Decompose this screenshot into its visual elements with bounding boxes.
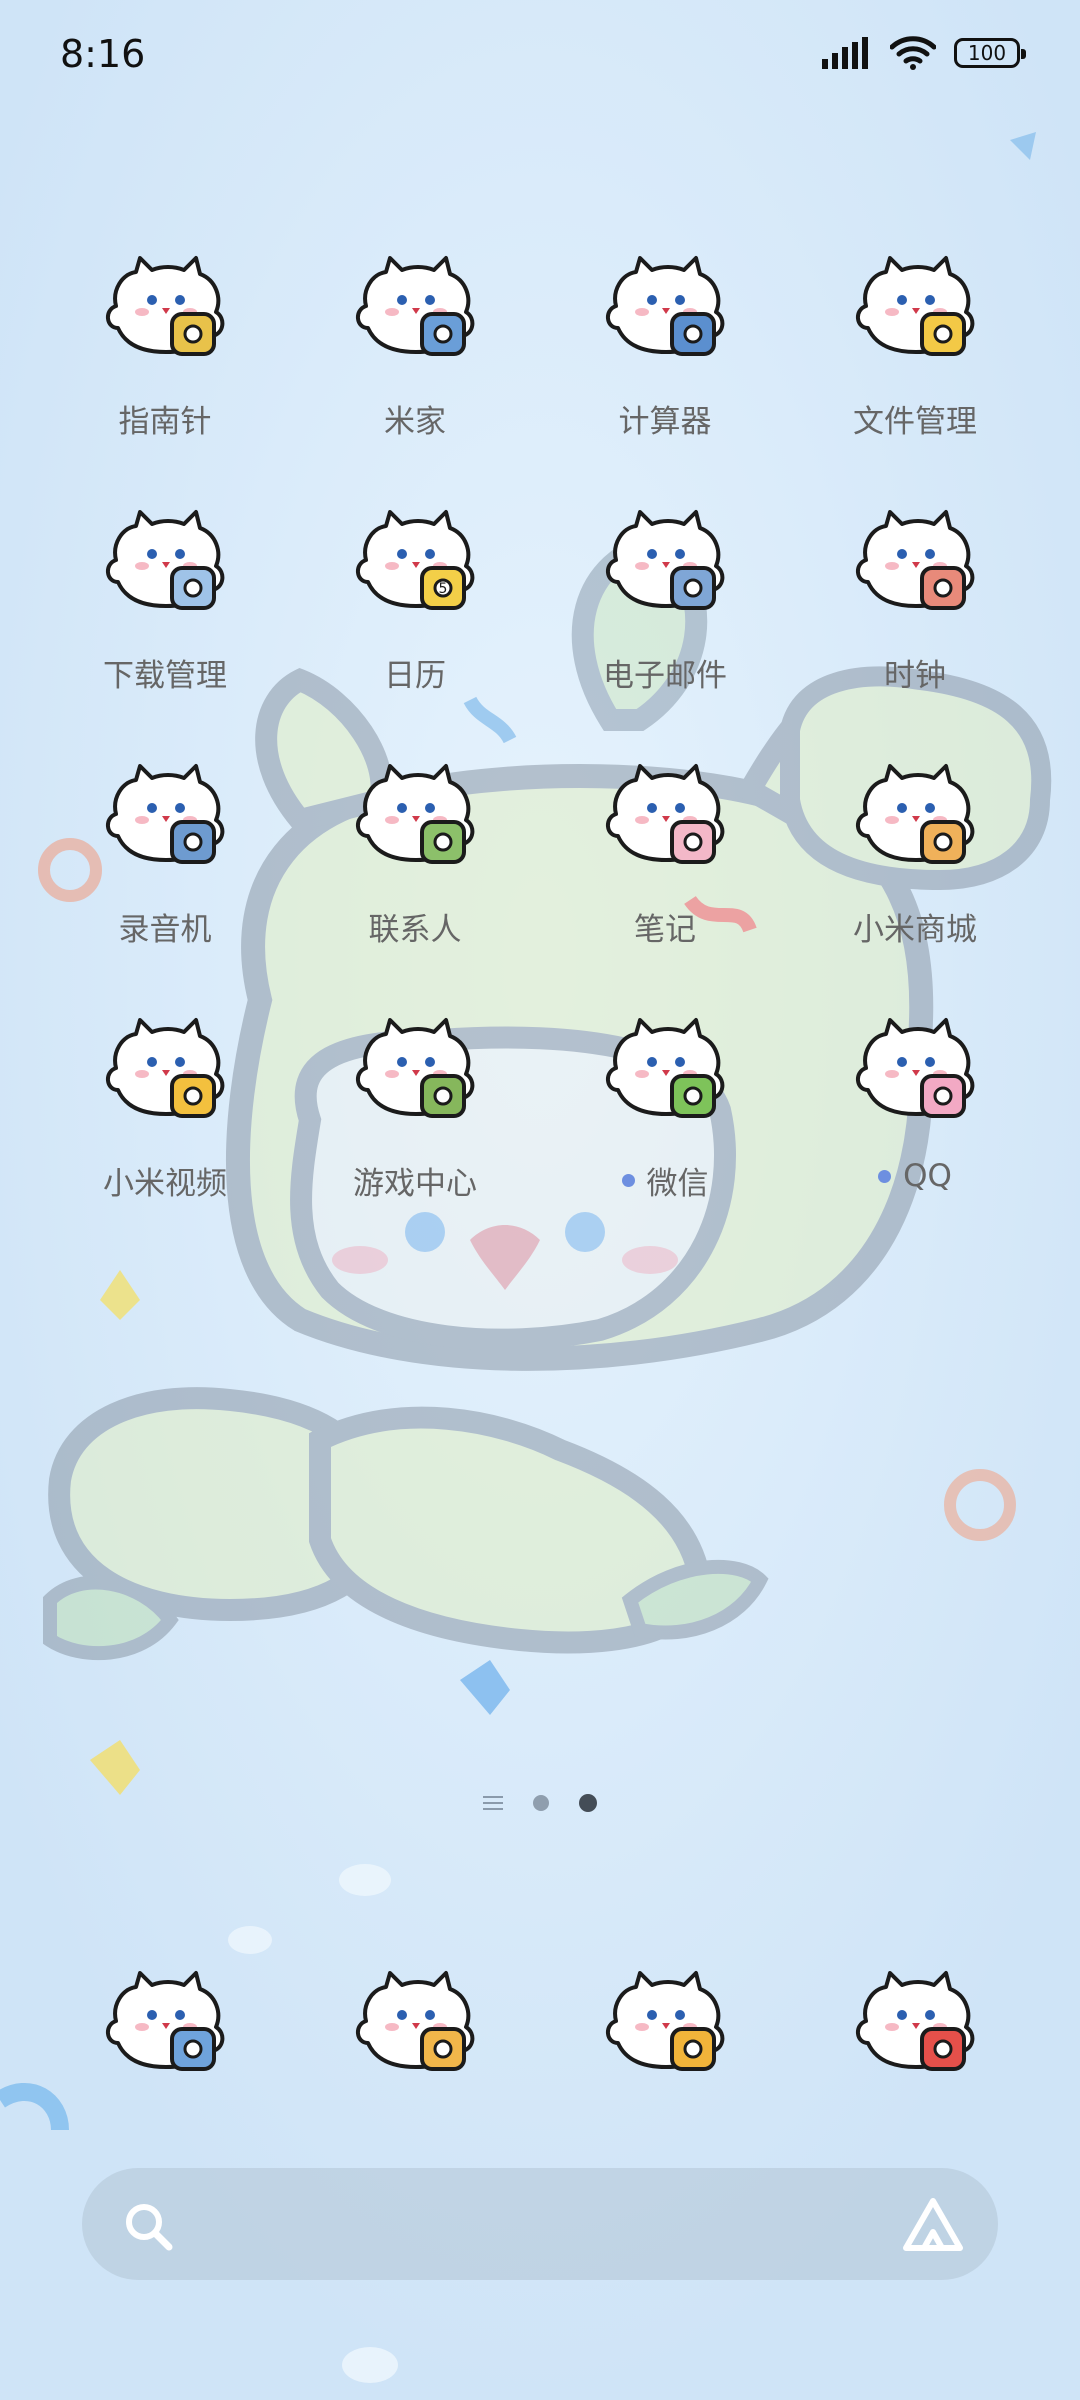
browser-icon[interactable] <box>350 1955 480 2085</box>
contacts-icon[interactable] <box>350 748 480 878</box>
app-label: 指南针 <box>119 396 212 441</box>
download-icon[interactable] <box>100 494 230 624</box>
gamepad-icon[interactable] <box>350 1002 480 1132</box>
app-label-text: 日历 <box>384 658 446 694</box>
video-icon[interactable] <box>100 1002 230 1132</box>
mijia-icon[interactable] <box>350 240 480 370</box>
app-label: 文件管理 <box>853 396 977 441</box>
app-label-text: 小米商城 <box>853 912 977 948</box>
app-label: QQ <box>878 1158 952 1194</box>
folder-icon[interactable] <box>850 240 980 370</box>
app-label-text: 下载管理 <box>103 658 227 694</box>
app-mijia[interactable]: 米家 <box>290 240 540 494</box>
app-label: 游戏中心 <box>353 1158 477 1203</box>
dock-phone[interactable] <box>40 1955 290 2085</box>
app-calendar[interactable]: 5 日历 <box>290 494 540 748</box>
assistant-icon[interactable] <box>902 2196 964 2254</box>
app-label: 时钟 <box>884 650 946 695</box>
app-label: 录音机 <box>119 904 212 949</box>
app-label-text: QQ <box>903 1158 952 1194</box>
battery-level: 100 <box>967 41 1007 65</box>
svg-text:5: 5 <box>439 581 448 597</box>
app-grid: 指南针 米家 计算器 文件管理下载管理 5 日历 电子邮件 时钟录音机 联系人 笔记 小米商城小米视… <box>40 240 1040 1256</box>
app-label-text: 米家 <box>384 404 446 440</box>
search-bar[interactable] <box>82 2168 998 2280</box>
app-label-text: 游戏中心 <box>353 1166 477 1202</box>
battery-icon: 100 <box>954 38 1026 68</box>
app-download[interactable]: 下载管理 <box>40 494 290 748</box>
dock-messages[interactable] <box>540 1955 790 2085</box>
page-dot-2-active[interactable] <box>579 1794 597 1812</box>
app-label-text: 文件管理 <box>853 404 977 440</box>
wifi-icon <box>890 36 936 70</box>
app-drawer-indicator[interactable] <box>483 1796 503 1810</box>
new-notification-dot <box>621 1174 635 1187</box>
search-icon[interactable] <box>122 2200 174 2252</box>
dock <box>40 1955 1040 2085</box>
app-label-text: 时钟 <box>884 658 946 694</box>
app-label-text: 指南针 <box>118 404 212 440</box>
clock-icon[interactable] <box>850 494 980 624</box>
app-label: 下载管理 <box>103 650 227 695</box>
dock-browser[interactable] <box>290 1955 540 2085</box>
wechat-icon[interactable] <box>600 1002 730 1132</box>
app-contacts[interactable]: 联系人 <box>290 748 540 1002</box>
status-icons: 100 <box>822 36 1026 70</box>
app-compass[interactable]: 指南针 <box>40 240 290 494</box>
status-time: 8:16 <box>60 32 146 76</box>
app-label-text: 联系人 <box>368 912 462 948</box>
recorder-icon[interactable] <box>100 748 230 878</box>
app-mail[interactable]: 电子邮件 <box>540 494 790 748</box>
app-label: 电子邮件 <box>603 650 727 695</box>
page-dot-1[interactable] <box>533 1795 549 1811</box>
app-qq-penguin[interactable]: QQ <box>790 1002 1040 1256</box>
app-label: 笔记 <box>634 904 696 949</box>
app-clock[interactable]: 时钟 <box>790 494 1040 748</box>
app-label: 日历 <box>384 650 446 695</box>
new-notification-dot <box>878 1169 892 1183</box>
app-gamepad[interactable]: 游戏中心 <box>290 1002 540 1256</box>
app-label: 联系人 <box>369 904 462 949</box>
app-shopping-bag[interactable]: 小米商城 <box>790 748 1040 1002</box>
app-label: 微信 <box>621 1158 709 1203</box>
app-label-text: 电子邮件 <box>603 658 727 694</box>
app-label-text: 小米视频 <box>103 1166 227 1202</box>
page-indicator[interactable] <box>0 1794 1080 1812</box>
app-folder[interactable]: 文件管理 <box>790 240 1040 494</box>
calendar-icon[interactable]: 5 <box>350 494 480 624</box>
status-bar: 8:16 100 <box>0 0 1080 120</box>
dock-camera[interactable] <box>790 1955 1040 2085</box>
app-label-text: 录音机 <box>118 912 212 948</box>
compass-icon[interactable] <box>100 240 230 370</box>
signal-icon <box>822 37 868 69</box>
app-notes[interactable]: 笔记 <box>540 748 790 1002</box>
qq-penguin-icon[interactable] <box>850 1002 980 1132</box>
app-recorder[interactable]: 录音机 <box>40 748 290 1002</box>
app-label: 计算器 <box>619 396 712 441</box>
app-label-text: 计算器 <box>618 404 712 440</box>
calculator-icon[interactable] <box>600 240 730 370</box>
app-wechat[interactable]: 微信 <box>540 1002 790 1256</box>
app-label: 小米商城 <box>853 904 977 949</box>
shopping-bag-icon[interactable] <box>850 748 980 878</box>
app-label-text: 微信 <box>646 1166 709 1202</box>
app-video[interactable]: 小米视频 <box>40 1002 290 1256</box>
app-label: 米家 <box>384 396 446 441</box>
app-calculator[interactable]: 计算器 <box>540 240 790 494</box>
phone-icon[interactable] <box>100 1955 230 2085</box>
camera-icon[interactable] <box>850 1955 980 2085</box>
app-label: 小米视频 <box>103 1158 227 1203</box>
notes-icon[interactable] <box>600 748 730 878</box>
messages-icon[interactable] <box>600 1955 730 2085</box>
mail-icon[interactable] <box>600 494 730 624</box>
app-label-text: 笔记 <box>634 912 696 948</box>
